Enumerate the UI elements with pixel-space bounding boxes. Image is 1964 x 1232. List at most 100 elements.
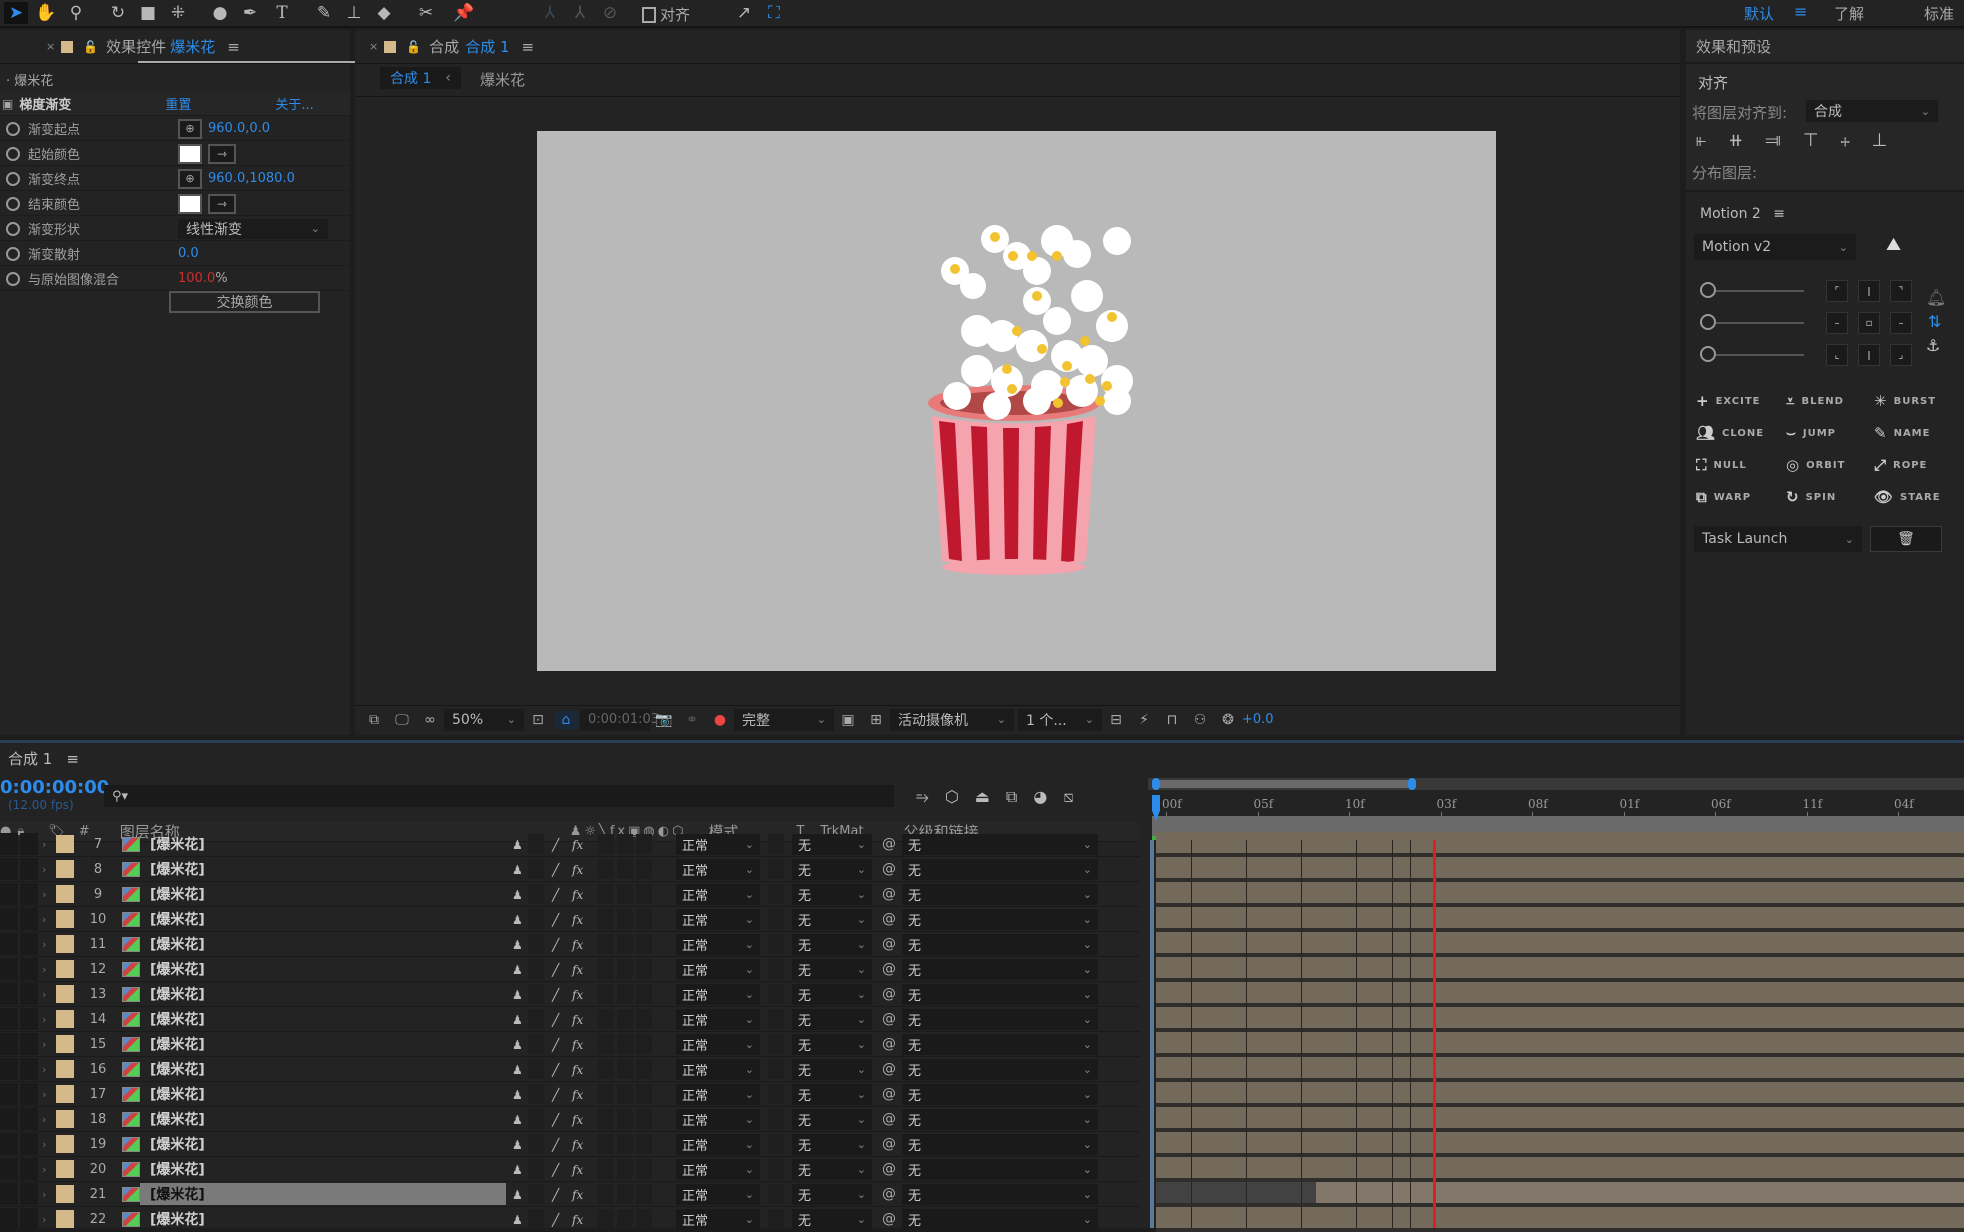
stopwatch-icon[interactable] <box>6 221 20 236</box>
anchor-bc-button[interactable]: ǀ <box>1858 344 1880 366</box>
pickwhip-icon[interactable]: @ <box>882 1161 896 1177</box>
fx-icon[interactable]: fx <box>572 888 584 902</box>
fx-toggle-icon[interactable]: ▣ <box>2 97 13 111</box>
quality-icon[interactable]: ╱ <box>552 1213 564 1227</box>
video-switch[interactable] <box>0 1008 18 1030</box>
layer-row[interactable]: › 9 [爆米花] ♟ ╱ fx 正常 ⌄ 无 ⌄ @ 无 ⌄ <box>0 882 1140 907</box>
pan-behind-tool-icon[interactable]: ⁜ <box>166 2 190 24</box>
pickwhip-icon[interactable]: @ <box>882 1061 896 1077</box>
layer-name[interactable]: [爆米花] <box>140 1033 506 1055</box>
mountains-icon[interactable]: ⛰ <box>1886 234 1901 255</box>
preserve-transparency-switch[interactable] <box>768 834 784 854</box>
quality-icon[interactable]: ╱ <box>552 1188 564 1202</box>
layer-duration-bar[interactable] <box>1156 932 1964 957</box>
label-color-box[interactable] <box>56 1035 74 1053</box>
pickwhip-icon[interactable]: @ <box>882 1211 896 1227</box>
quality-icon[interactable]: ╱ <box>552 838 564 852</box>
layer-row[interactable]: › 20 [爆米花] ♟ ╱ fx 正常 ⌄ 无 ⌄ @ 无 ⌄ <box>0 1157 1140 1182</box>
color-swatch[interactable] <box>178 193 202 214</box>
fast-previews-icon[interactable]: ▣ <box>837 711 859 729</box>
eraser-tool-icon[interactable]: ◆ <box>372 2 396 24</box>
layer-row[interactable]: › 12 [爆米花] ♟ ╱ fx 正常 ⌄ 无 ⌄ @ 无 ⌄ <box>0 957 1140 982</box>
layer-row[interactable]: › 16 [爆米花] ♟ ╱ fx 正常 ⌄ 无 ⌄ @ 无 ⌄ <box>0 1057 1140 1082</box>
work-area-bar[interactable] <box>1156 780 1412 788</box>
snap-extend-icon[interactable]: ↗ <box>732 2 756 24</box>
lock-icon[interactable]: 🔓 <box>406 40 421 54</box>
shy-icon[interactable]: ♟ <box>512 1163 524 1177</box>
collapse-switch[interactable] <box>528 909 544 929</box>
mode-select[interactable]: 正常 ⌄ <box>676 1058 760 1080</box>
lock-switch[interactable] <box>20 858 38 880</box>
exposure-value[interactable]: +0.0 <box>1242 712 1274 727</box>
work-area-end-handle[interactable] <box>1408 778 1416 790</box>
3d-switch[interactable] <box>636 909 652 929</box>
fx-icon[interactable]: fx <box>572 1013 584 1027</box>
label-color-box[interactable] <box>56 935 74 953</box>
rotate-tool-icon[interactable]: ↻ <box>106 2 130 24</box>
mode-select[interactable]: 正常 ⌄ <box>676 883 760 905</box>
parent-select[interactable]: 无 ⌄ <box>902 983 1098 1005</box>
quality-icon[interactable]: ╱ <box>552 1138 564 1152</box>
lock-switch[interactable] <box>20 1183 38 1205</box>
composition-viewer[interactable] <box>537 131 1496 671</box>
trkmat-select[interactable]: 无 ⌄ <box>792 1083 872 1105</box>
quality-icon[interactable]: ╱ <box>552 938 564 952</box>
3d-switch[interactable] <box>636 1059 652 1079</box>
3d-switch[interactable] <box>636 1184 652 1204</box>
trkmat-select[interactable]: 无 ⌄ <box>792 1033 872 1055</box>
pickwhip-icon[interactable]: @ <box>882 1111 896 1127</box>
label-color-box[interactable] <box>56 1085 74 1103</box>
layer-duration-bar[interactable] <box>1156 832 1964 857</box>
grid-toggle-icon[interactable]: ⊞ <box>865 711 887 729</box>
layer-row[interactable]: › 11 [爆米花] ♟ ╱ fx 正常 ⌄ 无 ⌄ @ 无 ⌄ <box>0 932 1140 957</box>
layer-name[interactable]: [爆米花] <box>140 1183 506 1205</box>
layer-duration-bar[interactable] <box>1156 1082 1964 1107</box>
collapse-switch[interactable] <box>528 834 544 854</box>
mode-select[interactable]: 正常 ⌄ <box>676 1108 760 1130</box>
parent-select[interactable]: 无 ⌄ <box>902 858 1098 880</box>
clone-stamp-tool-icon[interactable]: ⊥ <box>342 2 366 24</box>
channel-icon[interactable]: ● <box>709 711 731 729</box>
lock-switch[interactable] <box>20 1008 38 1030</box>
layer-duration-bar[interactable] <box>1156 907 1964 932</box>
effect-header[interactable]: ▣ 梯度渐变 重置 关于... <box>0 92 350 116</box>
layer-duration-bar[interactable] <box>1156 1032 1964 1057</box>
mode-select[interactable]: 正常 ⌄ <box>676 833 760 855</box>
shy-icon[interactable]: ♟ <box>512 913 524 927</box>
stopwatch-icon[interactable] <box>6 246 20 261</box>
label-color-box[interactable] <box>56 910 74 928</box>
slider-track[interactable] <box>1716 354 1804 356</box>
pickwhip-icon[interactable]: @ <box>882 1136 896 1152</box>
shy-icon[interactable]: ♟ <box>512 963 524 977</box>
3d-switch[interactable] <box>636 1109 652 1129</box>
snapshot-icon[interactable]: 📷 <box>653 711 675 729</box>
label-color-box[interactable] <box>56 860 74 878</box>
quality-icon[interactable]: ╱ <box>552 1013 564 1027</box>
trash-button[interactable]: 🗑︎ <box>1870 526 1942 552</box>
anchor-icon[interactable]: ⚓ <box>1926 336 1940 355</box>
work-area-track[interactable] <box>1148 778 1964 790</box>
crosshair-icon[interactable]: ⊕ <box>178 118 202 139</box>
label-color-box[interactable] <box>56 885 74 903</box>
frame-blend-switch[interactable] <box>598 959 614 979</box>
lock-switch[interactable] <box>20 908 38 930</box>
pickwhip-icon[interactable]: @ <box>882 836 896 852</box>
display-monitor-icon[interactable]: 🖵 <box>391 711 413 729</box>
lock-switch[interactable] <box>20 833 38 855</box>
preserve-transparency-switch[interactable] <box>768 859 784 879</box>
workspace-learn[interactable]: 了解 <box>1834 3 1864 24</box>
fx-icon[interactable]: fx <box>572 1138 584 1152</box>
rope-button[interactable]: ⤢ ROPE <box>1874 456 1927 474</box>
layer-duration-bar[interactable] <box>1156 1007 1964 1032</box>
ellipse-tool-icon[interactable]: ● <box>208 2 232 24</box>
stopwatch-icon[interactable] <box>6 146 20 161</box>
video-switch[interactable] <box>0 958 18 980</box>
expand-chevron-icon[interactable]: › <box>42 838 46 851</box>
layer-name[interactable]: [爆米花] <box>140 1158 506 1180</box>
slider-knob[interactable] <box>1700 314 1716 330</box>
effect-controls-tab[interactable]: × 🔓 效果控件 爆米花 ≡ <box>0 30 350 64</box>
lock-switch[interactable] <box>20 1158 38 1180</box>
motion-version-select[interactable]: Motion v2 ⌄ <box>1694 234 1856 260</box>
frame-blend-switch[interactable] <box>598 984 614 1004</box>
quality-icon[interactable]: ╱ <box>552 888 564 902</box>
